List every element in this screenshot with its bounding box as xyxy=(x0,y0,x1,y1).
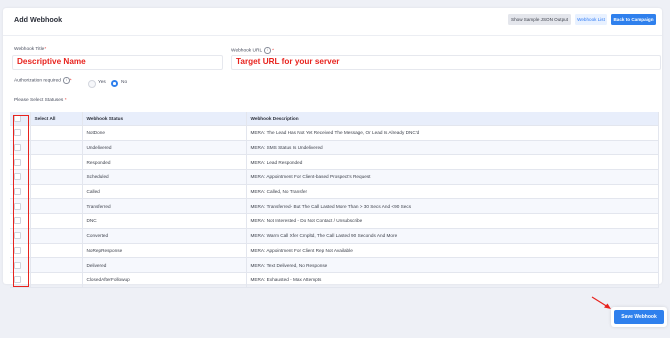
webhook-title-value: Descriptive Name xyxy=(17,57,86,66)
webhook-url-label: Webhook URL i * xyxy=(231,47,274,54)
status-cell: Transferred xyxy=(82,198,247,215)
description-cell: MERA: Appointment For Client-based Prosp… xyxy=(246,169,659,185)
table-row: NotDone MERA: The Lead Has Not Yet Recei… xyxy=(10,125,659,141)
table-header-row: Select All Webhook Status Webhook Descri… xyxy=(10,112,659,126)
webhook-title-label: Webhook Title* xyxy=(14,47,47,52)
table-row: ClosedAfterFollowup MERA: Exhausted - Ma… xyxy=(10,272,659,288)
status-cell: Undelivered xyxy=(82,140,247,156)
checkbox-highlight-annotation xyxy=(13,115,29,287)
description-cell: MERA: Text Delivered, No Response xyxy=(246,257,659,273)
description-cell: MERA: Called, No Transfer xyxy=(246,184,659,200)
description-cell: MERA: Transferred- But The Call Lasted M… xyxy=(246,198,659,215)
back-to-campaign-button[interactable]: Back to Campaign xyxy=(611,14,656,25)
description-cell: MERA: Lead Responded xyxy=(246,154,659,171)
description-cell: MERA: Exhausted - Max Attempts xyxy=(246,272,659,288)
webhook-title-input[interactable]: Descriptive Name xyxy=(12,55,223,70)
save-webhook-button[interactable]: Save Webhook xyxy=(614,310,664,324)
auth-no-label: No xyxy=(121,80,128,85)
webhook-list-button[interactable]: Webhook List xyxy=(575,14,607,25)
auth-yes-label: Yes xyxy=(98,80,106,85)
webhook-url-input[interactable]: Target URL for your server xyxy=(231,55,661,70)
status-cell: Responded xyxy=(82,154,247,171)
authorization-label: Authorization required i * xyxy=(14,77,72,84)
description-cell: MERA: SMS Status Is Undelivered xyxy=(246,140,659,156)
statuses-label: Please Select Statuses * xyxy=(14,98,67,103)
page-title: Add Webhook xyxy=(14,15,63,24)
webhook-status-header: Webhook Status xyxy=(82,112,247,126)
status-cell: Called xyxy=(82,184,247,200)
description-cell: MERA: Not Interested - Do Not Contact / … xyxy=(246,213,659,229)
header-divider xyxy=(3,35,662,36)
status-cell: NotDone xyxy=(82,125,247,141)
status-cell: DNC xyxy=(82,213,247,229)
table-row: Undelivered MERA: SMS Status Is Undelive… xyxy=(10,140,659,156)
table-row: Scheduled MERA: Appointment For Client-b… xyxy=(10,169,659,185)
table-row: Converted MERA: Warm Call Xfer Cmpltd, T… xyxy=(10,228,659,244)
webhook-form-card: Add Webhook Show Sample JSON Output Webh… xyxy=(3,8,662,288)
auth-no-radio[interactable] xyxy=(111,80,118,87)
status-cell: Delivered xyxy=(82,257,247,273)
webhook-url-value: Target URL for your server xyxy=(236,57,340,66)
show-sample-json-button[interactable]: Show Sample JSON Output xyxy=(508,14,571,25)
description-cell: MERA: Warm Call Xfer Cmpltd, The Call La… xyxy=(246,228,659,244)
status-cell: Scheduled xyxy=(82,169,247,185)
status-table: Select All Webhook Status Webhook Descri… xyxy=(10,112,659,288)
description-cell: MERA: Appointment For Client Rep Not Ava… xyxy=(246,243,659,259)
table-row: NoRepResponse MERA: Appointment For Clie… xyxy=(10,243,659,259)
table-row: Called MERA: Called, No Transfer xyxy=(10,184,659,200)
save-button-container: Save Webhook xyxy=(611,307,667,327)
status-cell: NoRepResponse xyxy=(82,243,247,259)
table-row: Delivered MERA: Text Delivered, No Respo… xyxy=(10,257,659,273)
info-icon[interactable]: i xyxy=(264,47,271,54)
webhook-description-header: Webhook Description xyxy=(246,112,659,126)
table-row: Responded MERA: Lead Responded xyxy=(10,154,659,171)
table-row: DNC MERA: Not Interested - Do Not Contac… xyxy=(10,213,659,229)
status-cell: Converted xyxy=(82,228,247,244)
auth-yes-radio[interactable] xyxy=(88,80,96,88)
status-cell: ClosedAfterFollowup xyxy=(82,272,247,288)
description-cell: MERA: The Lead Has Not Yet Received The … xyxy=(246,125,659,141)
select-all-header[interactable]: Select All xyxy=(30,112,83,126)
table-row: Transferred MERA: Transferred- But The C… xyxy=(10,198,659,215)
